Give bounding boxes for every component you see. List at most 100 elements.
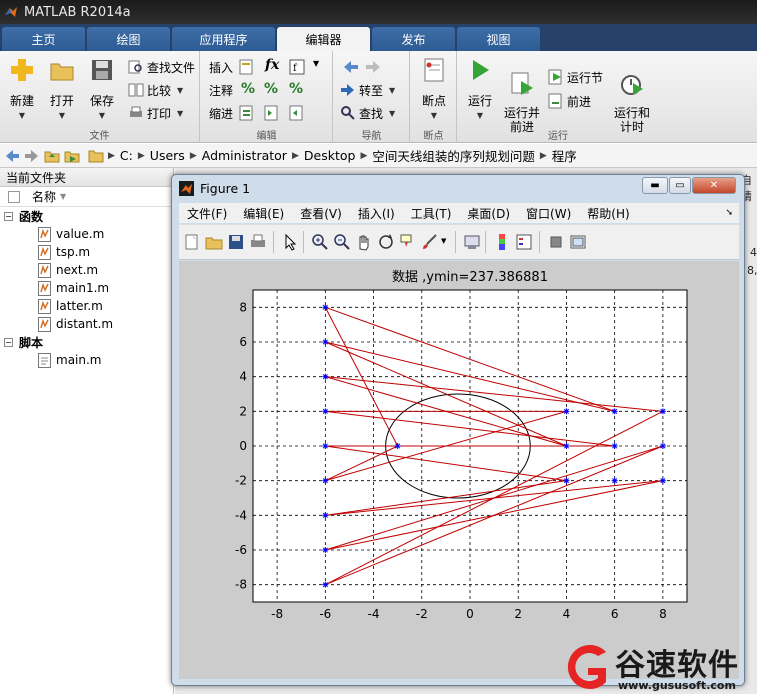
decrease-indent-icon[interactable] bbox=[289, 105, 305, 121]
forward-icon[interactable] bbox=[24, 148, 40, 164]
pointer-icon[interactable] bbox=[281, 233, 299, 251]
open-button[interactable]: 打开 ▼ bbox=[42, 57, 82, 120]
file-item[interactable]: main.m bbox=[0, 351, 173, 369]
browse-folder-icon[interactable] bbox=[64, 148, 80, 164]
hide-plot-tools-icon[interactable] bbox=[547, 233, 565, 251]
find-button[interactable]: 查找 ▼ bbox=[340, 103, 395, 123]
fx-button[interactable]: fx bbox=[265, 57, 279, 73]
print-button[interactable]: 打印 ▼ bbox=[128, 103, 183, 123]
file-item[interactable]: value.m bbox=[0, 225, 173, 243]
wrap-comments-icon[interactable]: % bbox=[289, 81, 303, 97]
collapse-icon[interactable]: − bbox=[4, 211, 13, 221]
tab-view[interactable]: 视图 bbox=[457, 27, 540, 51]
print-icon[interactable] bbox=[249, 233, 267, 251]
data-point bbox=[322, 304, 329, 311]
up-folder-icon[interactable] bbox=[44, 148, 60, 164]
percent-comment-icon[interactable]: % bbox=[241, 81, 255, 97]
increase-indent-icon[interactable] bbox=[264, 105, 280, 121]
function-icon[interactable]: f bbox=[289, 59, 305, 75]
zoom-out-icon[interactable] bbox=[333, 233, 351, 251]
goto-label: 转至 bbox=[359, 83, 384, 98]
m-file-icon bbox=[38, 280, 51, 296]
select-all-checkbox[interactable] bbox=[8, 190, 20, 203]
tab-publish[interactable]: 发布 bbox=[372, 27, 455, 51]
name-column-header[interactable]: 名称 ▼ bbox=[0, 187, 173, 207]
comment-button[interactable]: 注释 bbox=[209, 80, 233, 100]
back-icon[interactable] bbox=[4, 148, 20, 164]
menu-file[interactable]: 文件(F) bbox=[179, 205, 235, 222]
link-icon[interactable] bbox=[463, 233, 481, 251]
tab-home[interactable]: 主页 bbox=[2, 27, 85, 51]
editor-text-fragment: 4 bbox=[750, 246, 757, 259]
new-button[interactable]: 新建 ▼ bbox=[2, 57, 42, 120]
x-tick-label: 8 bbox=[659, 607, 667, 621]
file-item[interactable]: distant.m bbox=[0, 315, 173, 333]
run-section-button[interactable]: 运行节 bbox=[548, 67, 603, 87]
smart-indent-icon[interactable] bbox=[239, 105, 255, 121]
tab-editor[interactable]: 编辑器 bbox=[277, 27, 370, 51]
save-button[interactable]: 保存 ▼ bbox=[82, 57, 122, 120]
plot-area[interactable]: -8 -6 -4 -2 0 2 4 6 8 -8 -6 -4 -2 0 2 4 6 8 数据 ,ymin=237.3… bbox=[179, 261, 739, 679]
file-item[interactable]: tsp.m bbox=[0, 243, 173, 261]
menu-window[interactable]: 窗口(W) bbox=[518, 205, 579, 222]
save-icon[interactable] bbox=[227, 233, 245, 251]
zoom-in-icon[interactable] bbox=[311, 233, 329, 251]
minimize-button[interactable]: ▬ bbox=[642, 177, 668, 194]
run-button[interactable]: 运行 ▼ bbox=[460, 57, 500, 120]
comment-label: 注释 bbox=[209, 83, 234, 98]
m-file-icon bbox=[38, 262, 51, 278]
insert-dropdown-icon[interactable]: ▼ bbox=[313, 59, 319, 68]
show-plot-tools-icon[interactable] bbox=[569, 233, 587, 251]
menu-insert[interactable]: 插入(I) bbox=[350, 205, 403, 222]
file-name: tsp.m bbox=[56, 245, 91, 259]
insert-button[interactable]: 插入 bbox=[209, 57, 233, 77]
functions-group[interactable]: − 函数 bbox=[0, 207, 173, 225]
breadcrumb-drive[interactable]: C: bbox=[120, 148, 133, 163]
maximize-button[interactable]: ▭ bbox=[669, 177, 691, 194]
rotate-icon[interactable] bbox=[377, 233, 395, 251]
menu-edit[interactable]: 编辑(E) bbox=[235, 205, 292, 222]
breadcrumb-administrator[interactable]: Administrator bbox=[202, 148, 287, 163]
collapse-icon[interactable]: − bbox=[4, 337, 13, 347]
breadcrumb-project[interactable]: 空间天线组装的序列规划问题 bbox=[372, 146, 535, 165]
data-point bbox=[322, 581, 329, 588]
file-item[interactable]: main1.m bbox=[0, 279, 173, 297]
data-point bbox=[611, 443, 618, 449]
goto-button[interactable]: 转至 ▼ bbox=[340, 80, 395, 100]
run-and-time-button[interactable]: 运行和 计时 bbox=[610, 57, 654, 134]
menu-help[interactable]: 帮助(H) bbox=[579, 205, 637, 222]
file-item[interactable]: latter.m bbox=[0, 297, 173, 315]
menu-desktop[interactable]: 桌面(D) bbox=[459, 205, 518, 222]
scripts-group[interactable]: − 脚本 bbox=[0, 333, 173, 351]
brush-dropdown-icon[interactable]: ▼ bbox=[441, 237, 446, 245]
indent-button[interactable]: 缩进 bbox=[209, 103, 233, 123]
uncomment-icon[interactable]: % bbox=[264, 81, 278, 97]
new-figure-icon[interactable] bbox=[183, 233, 201, 251]
breakpoints-button[interactable]: 断点 ▼ bbox=[414, 57, 454, 120]
find-files-button[interactable]: 查找文件 bbox=[128, 57, 195, 77]
figure-toolbar: ▼ bbox=[179, 224, 739, 260]
tab-plots[interactable]: 绘图 bbox=[87, 27, 170, 51]
breadcrumb-separator-icon: ▶ bbox=[291, 150, 299, 161]
open-icon[interactable] bbox=[205, 233, 223, 251]
dock-arrow-icon[interactable]: ➘ bbox=[725, 208, 733, 218]
file-item[interactable]: next.m bbox=[0, 261, 173, 279]
advance-button[interactable]: 前进 bbox=[548, 91, 591, 111]
legend-icon[interactable] bbox=[515, 233, 533, 251]
back-arrow-icon[interactable] bbox=[342, 59, 360, 75]
breadcrumb-program[interactable]: 程序 bbox=[552, 146, 577, 165]
menu-view[interactable]: 查看(V) bbox=[292, 205, 350, 222]
brush-icon[interactable] bbox=[421, 233, 439, 251]
run-and-advance-button[interactable]: 运行并 前进 bbox=[500, 57, 544, 134]
pan-icon[interactable] bbox=[355, 233, 373, 251]
data-cursor-icon[interactable] bbox=[399, 233, 417, 251]
insert-section-icon[interactable] bbox=[239, 59, 255, 75]
menu-tools[interactable]: 工具(T) bbox=[403, 205, 460, 222]
compare-button[interactable]: 比较 ▼ bbox=[128, 80, 183, 100]
colorbar-icon[interactable] bbox=[493, 233, 511, 251]
breadcrumb-users[interactable]: Users bbox=[150, 148, 185, 163]
breadcrumb-desktop[interactable]: Desktop bbox=[304, 148, 356, 163]
close-button[interactable]: ✕ bbox=[692, 177, 736, 194]
forward-arrow-icon[interactable] bbox=[364, 59, 382, 75]
tab-apps[interactable]: 应用程序 bbox=[172, 27, 275, 51]
